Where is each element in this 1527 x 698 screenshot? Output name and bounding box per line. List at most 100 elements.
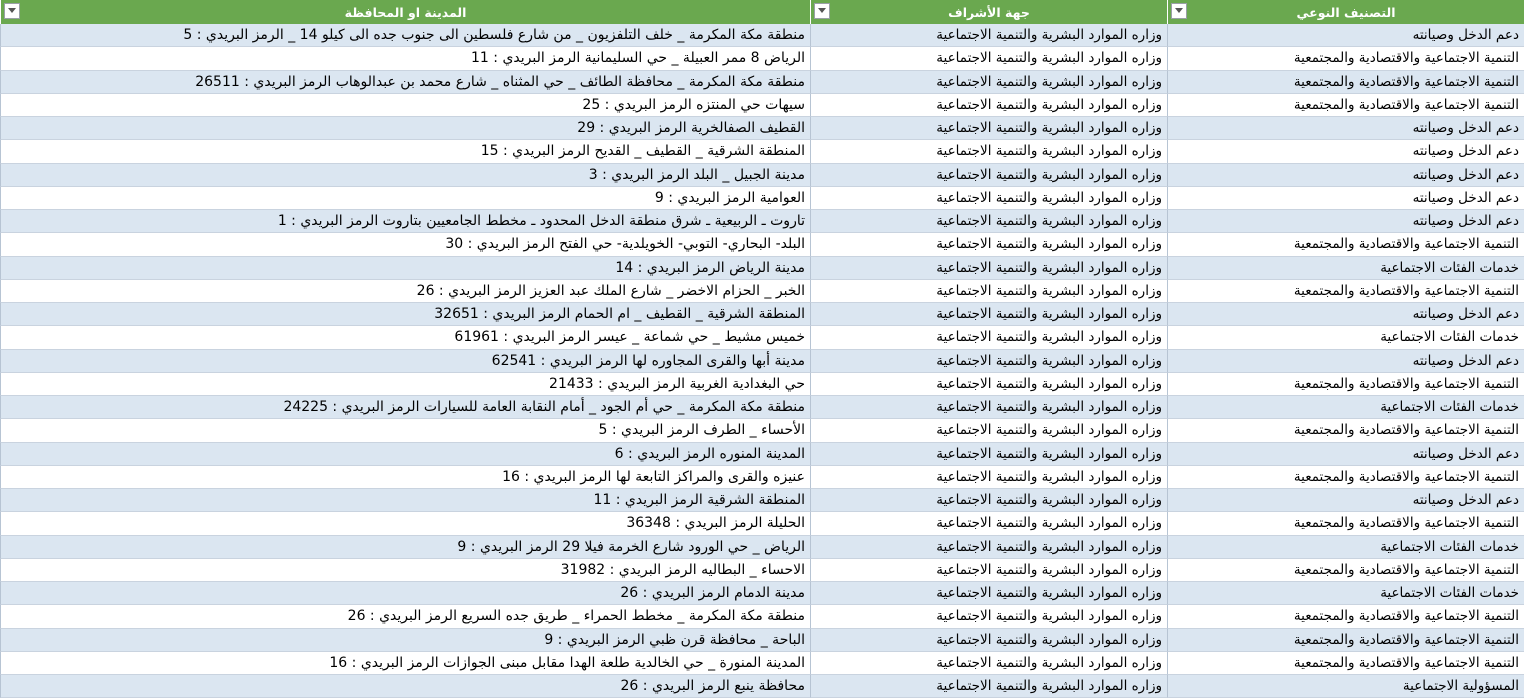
- cell-city[interactable]: البلد- البحاري- التوبي- الخويلدية- حي ال…: [0, 233, 810, 257]
- cell-supervisor[interactable]: وزاره الموارد البشرية والتنمية الاجتماعي…: [810, 47, 1167, 71]
- cell-supervisor[interactable]: وزاره الموارد البشرية والتنمية الاجتماعي…: [810, 256, 1167, 280]
- cell-supervisor[interactable]: وزاره الموارد البشرية والتنمية الاجتماعي…: [810, 372, 1167, 396]
- cell-classification[interactable]: دعم الدخل وصيانته: [1167, 303, 1524, 327]
- cell-classification[interactable]: دعم الدخل وصيانته: [1167, 24, 1524, 48]
- cell-supervisor[interactable]: وزاره الموارد البشرية والتنمية الاجتماعي…: [810, 535, 1167, 559]
- cell-classification[interactable]: دعم الدخل وصيانته: [1167, 140, 1524, 164]
- cell-city[interactable]: المنطقة الشرقية _ القطيف _ القديح الرمز …: [0, 140, 810, 164]
- cell-classification[interactable]: التنمية الاجتماعية والاقتصادية والمجتمعي…: [1167, 47, 1524, 71]
- column-header-city[interactable]: المدينة او المحافظة: [0, 0, 810, 24]
- cell-city[interactable]: الخبر _ الحزام الاخضر _ شارع الملك عبد ا…: [0, 279, 810, 303]
- cell-classification[interactable]: التنمية الاجتماعية والاقتصادية والمجتمعي…: [1167, 605, 1524, 629]
- table-body: دعم الدخل وصيانته وزاره الموارد البشرية و…: [0, 24, 1524, 698]
- cell-supervisor[interactable]: وزاره الموارد البشرية والتنمية الاجتماعي…: [810, 442, 1167, 466]
- cell-city[interactable]: منطقة مكة المكرمة _ مخطط الحمراء _ طريق …: [0, 605, 810, 629]
- cell-city[interactable]: الأحساء _ الطرف الرمز البريدي : 5: [0, 419, 810, 443]
- cell-city[interactable]: سيهات حي المنتزه الرمز البريدي : 25: [0, 93, 810, 117]
- cell-city[interactable]: مدينة أبها والقرى المجاوره لها الرمز الب…: [0, 349, 810, 373]
- cell-classification[interactable]: التنمية الاجتماعية والاقتصادية والمجتمعي…: [1167, 465, 1524, 489]
- cell-supervisor[interactable]: وزاره الموارد البشرية والتنمية الاجتماعي…: [810, 186, 1167, 210]
- column-header-label: المدينة او المحافظة: [344, 4, 467, 20]
- cell-supervisor[interactable]: وزاره الموارد البشرية والتنمية الاجتماعي…: [810, 279, 1167, 303]
- cell-city[interactable]: المنطقة الشرقية الرمز البريدي : 11: [0, 489, 810, 513]
- cell-supervisor[interactable]: وزاره الموارد البشرية والتنمية الاجتماعي…: [810, 605, 1167, 629]
- cell-classification[interactable]: دعم الدخل وصيانته: [1167, 186, 1524, 210]
- cell-supervisor[interactable]: وزاره الموارد البشرية والتنمية الاجتماعي…: [810, 70, 1167, 94]
- cell-city[interactable]: منطقة مكة المكرمة _ خلف التلفزيون _ من ش…: [0, 24, 810, 48]
- cell-classification[interactable]: خدمات الفئات الاجتماعية: [1167, 582, 1524, 606]
- cell-classification[interactable]: المسؤولية الاجتماعية: [1167, 675, 1524, 698]
- cell-city[interactable]: تاروت ـ الربيعية ـ شرق منطقة الدخل المحد…: [0, 210, 810, 234]
- table-row: خدمات الفئات الاجتماعية وزاره الموارد الب…: [0, 535, 1524, 559]
- cell-supervisor[interactable]: وزاره الموارد البشرية والتنمية الاجتماعي…: [810, 303, 1167, 327]
- cell-classification[interactable]: خدمات الفئات الاجتماعية: [1167, 535, 1524, 559]
- cell-city[interactable]: منطقة مكة المكرمة _ محافظة الطائف _ حي ا…: [0, 70, 810, 94]
- cell-supervisor[interactable]: وزاره الموارد البشرية والتنمية الاجتماعي…: [810, 349, 1167, 373]
- cell-supervisor[interactable]: وزاره الموارد البشرية والتنمية الاجتماعي…: [810, 675, 1167, 698]
- cell-classification[interactable]: التنمية الاجتماعية والاقتصادية والمجتمعي…: [1167, 512, 1524, 536]
- table-row: دعم الدخل وصيانته وزاره الموارد البشرية و…: [0, 303, 1524, 327]
- cell-city[interactable]: المنطقة الشرقية _ القطيف _ ام الحمام الر…: [0, 303, 810, 327]
- column-header-supervisor[interactable]: جهة الأشراف: [810, 0, 1167, 24]
- cell-supervisor[interactable]: وزاره الموارد البشرية والتنمية الاجتماعي…: [810, 24, 1167, 48]
- filter-dropdown-icon[interactable]: [1171, 3, 1187, 19]
- cell-city[interactable]: المدينة المنوره الرمز البريدي : 6: [0, 442, 810, 466]
- cell-classification[interactable]: خدمات الفئات الاجتماعية: [1167, 396, 1524, 420]
- cell-city[interactable]: مدينة الرياض الرمز البريدي : 14: [0, 256, 810, 280]
- cell-supervisor[interactable]: وزاره الموارد البشرية والتنمية الاجتماعي…: [810, 163, 1167, 187]
- cell-supervisor[interactable]: وزاره الموارد البشرية والتنمية الاجتماعي…: [810, 489, 1167, 513]
- cell-city[interactable]: حي البغدادية الغربية الرمز البريدي : 214…: [0, 372, 810, 396]
- cell-supervisor[interactable]: وزاره الموارد البشرية والتنمية الاجتماعي…: [810, 628, 1167, 652]
- cell-classification[interactable]: دعم الدخل وصيانته: [1167, 117, 1524, 141]
- cell-city[interactable]: عنيزه والقرى والمراكز التابعة لها الرمز …: [0, 465, 810, 489]
- cell-classification[interactable]: التنمية الاجتماعية والاقتصادية والمجتمعي…: [1167, 279, 1524, 303]
- cell-supervisor[interactable]: وزاره الموارد البشرية والتنمية الاجتماعي…: [810, 651, 1167, 675]
- cell-classification[interactable]: دعم الدخل وصيانته: [1167, 210, 1524, 234]
- cell-supervisor[interactable]: وزاره الموارد البشرية والتنمية الاجتماعي…: [810, 465, 1167, 489]
- cell-classification[interactable]: دعم الدخل وصيانته: [1167, 489, 1524, 513]
- cell-classification[interactable]: دعم الدخل وصيانته: [1167, 163, 1524, 187]
- cell-city[interactable]: الرياض 8 ممر العبيلة _ حي السليمانية الر…: [0, 47, 810, 71]
- cell-city[interactable]: الباحة _ محافظة قرن ظبي الرمز البريدي : …: [0, 628, 810, 652]
- cell-city[interactable]: خميس مشيط _ حي شماعة _ عيسر الرمز البريد…: [0, 326, 810, 350]
- cell-city[interactable]: منطقة مكة المكرمة _ حي أم الجود _ أمام ا…: [0, 396, 810, 420]
- filter-dropdown-icon[interactable]: [814, 3, 830, 19]
- cell-supervisor[interactable]: وزاره الموارد البشرية والتنمية الاجتماعي…: [810, 582, 1167, 606]
- cell-classification[interactable]: التنمية الاجتماعية والاقتصادية والمجتمعي…: [1167, 93, 1524, 117]
- cell-classification[interactable]: التنمية الاجتماعية والاقتصادية والمجتمعي…: [1167, 628, 1524, 652]
- cell-classification[interactable]: دعم الدخل وصيانته: [1167, 442, 1524, 466]
- cell-city[interactable]: مدينة الجبيل _ البلد الرمز البريدي : 3: [0, 163, 810, 187]
- cell-city[interactable]: الاحساء _ البطاليه الرمز البريدي : 31982: [0, 558, 810, 582]
- cell-classification[interactable]: خدمات الفئات الاجتماعية: [1167, 256, 1524, 280]
- table-row: التنمية الاجتماعية والاقتصادية والمجتمعي…: [0, 233, 1524, 257]
- cell-supervisor[interactable]: وزاره الموارد البشرية والتنمية الاجتماعي…: [810, 326, 1167, 350]
- table-row: التنمية الاجتماعية والاقتصادية والمجتمعي…: [0, 558, 1524, 582]
- cell-classification[interactable]: خدمات الفئات الاجتماعية: [1167, 326, 1524, 350]
- filter-dropdown-icon[interactable]: [4, 3, 20, 19]
- cell-city[interactable]: القطيف الصفالخرية الرمز البريدي : 29: [0, 117, 810, 141]
- cell-supervisor[interactable]: وزاره الموارد البشرية والتنمية الاجتماعي…: [810, 210, 1167, 234]
- cell-city[interactable]: المدينة المنورة _ حي الخالدية طلعة الهدا…: [0, 651, 810, 675]
- column-header-label: جهة الأشراف: [948, 4, 1030, 20]
- cell-classification[interactable]: التنمية الاجتماعية والاقتصادية والمجتمعي…: [1167, 372, 1524, 396]
- cell-city[interactable]: الحليلة الرمز البريدي : 36348: [0, 512, 810, 536]
- cell-classification[interactable]: التنمية الاجتماعية والاقتصادية والمجتمعي…: [1167, 558, 1524, 582]
- cell-supervisor[interactable]: وزاره الموارد البشرية والتنمية الاجتماعي…: [810, 117, 1167, 141]
- cell-supervisor[interactable]: وزاره الموارد البشرية والتنمية الاجتماعي…: [810, 512, 1167, 536]
- cell-classification[interactable]: التنمية الاجتماعية والاقتصادية والمجتمعي…: [1167, 419, 1524, 443]
- cell-city[interactable]: محافظة ينبع الرمز البريدي : 26: [0, 675, 810, 698]
- cell-supervisor[interactable]: وزاره الموارد البشرية والتنمية الاجتماعي…: [810, 558, 1167, 582]
- cell-classification[interactable]: دعم الدخل وصيانته: [1167, 349, 1524, 373]
- cell-supervisor[interactable]: وزاره الموارد البشرية والتنمية الاجتماعي…: [810, 140, 1167, 164]
- cell-classification[interactable]: التنمية الاجتماعية والاقتصادية والمجتمعي…: [1167, 70, 1524, 94]
- cell-supervisor[interactable]: وزاره الموارد البشرية والتنمية الاجتماعي…: [810, 93, 1167, 117]
- cell-classification[interactable]: التنمية الاجتماعية والاقتصادية والمجتمعي…: [1167, 651, 1524, 675]
- cell-city[interactable]: مدينة الدمام الرمز البريدي : 26: [0, 582, 810, 606]
- cell-supervisor[interactable]: وزاره الموارد البشرية والتنمية الاجتماعي…: [810, 396, 1167, 420]
- cell-supervisor[interactable]: وزاره الموارد البشرية والتنمية الاجتماعي…: [810, 419, 1167, 443]
- cell-city[interactable]: العوامية الرمز البريدي : 9: [0, 186, 810, 210]
- cell-classification[interactable]: التنمية الاجتماعية والاقتصادية والمجتمعي…: [1167, 233, 1524, 257]
- cell-city[interactable]: الرياض _ حي الورود شارع الخرمة فيلا 29 ا…: [0, 535, 810, 559]
- column-header-classification[interactable]: التصنيف النوعي: [1167, 0, 1524, 24]
- cell-supervisor[interactable]: وزاره الموارد البشرية والتنمية الاجتماعي…: [810, 233, 1167, 257]
